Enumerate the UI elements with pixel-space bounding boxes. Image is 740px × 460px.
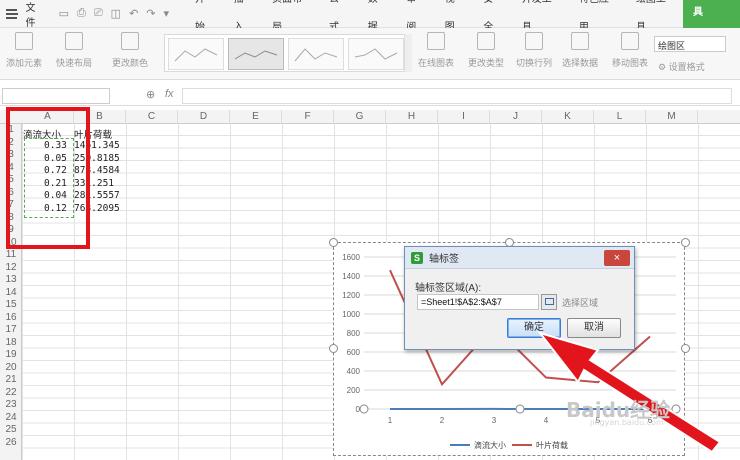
watermark-sub: jingyan.baidu.com: [590, 418, 664, 427]
red-arrow-overlay: [537, 331, 722, 454]
red-arrow-icon: [537, 331, 722, 454]
